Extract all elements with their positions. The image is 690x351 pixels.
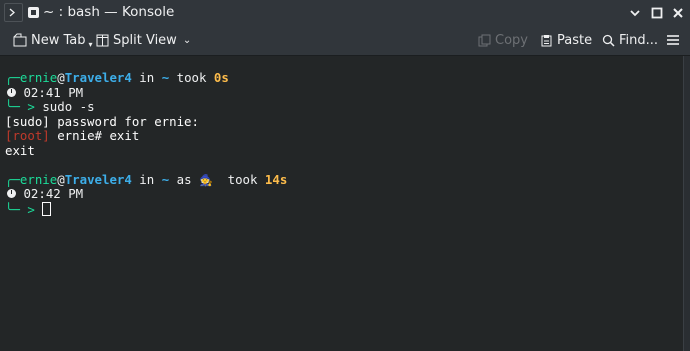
prompt-corner-bottom: ╰─ <box>5 99 28 114</box>
prompt-arrow: > <box>27 99 35 114</box>
minimize-icon <box>629 9 640 16</box>
split-view-label: Split View <box>113 32 177 48</box>
search-icon <box>602 34 615 47</box>
prompt-in: in <box>131 70 162 85</box>
maximize-button[interactable] <box>647 3 666 22</box>
maximize-icon <box>651 7 662 18</box>
find-label: Find... <box>619 32 659 48</box>
minimize-button[interactable] <box>625 3 644 22</box>
prompt-took: took <box>169 70 214 85</box>
toolbar: New Tab ▾ Split View ⌄ Copy Paste Find..… <box>0 25 690 56</box>
hamburger-menu-button[interactable] <box>667 25 683 55</box>
new-tab-icon <box>13 33 27 47</box>
paste-button[interactable]: Paste <box>540 25 592 55</box>
close-icon <box>672 7 683 18</box>
clock-icon <box>7 189 16 198</box>
window-title: ~ : bash — Konsole <box>43 4 175 20</box>
split-view-button[interactable]: Split View ⌄ <box>96 25 191 55</box>
paste-icon <box>541 34 552 46</box>
split-view-icon <box>96 34 109 46</box>
prompt-at: @ <box>57 172 65 187</box>
prompt-duration: 14s <box>264 172 288 187</box>
prompt-line-1: ╭─ernie@Traveler4 in ~ took 0s <box>5 70 229 86</box>
chevron-down-icon: ▾ <box>88 39 93 49</box>
prompt-corner-top: ╭─ <box>5 70 20 85</box>
copy-button[interactable]: Copy <box>478 25 528 55</box>
command-line-2: ╰─ > <box>5 202 52 217</box>
title-bar: ~ : bash — Konsole <box>0 0 690 25</box>
wizard-icon: 🧙 <box>199 174 213 187</box>
command-line-1: ╰─ > sudo -s <box>5 99 95 115</box>
prompt-at: @ <box>57 70 65 85</box>
find-button[interactable]: Find... <box>602 25 658 55</box>
prompt-host: Traveler4 <box>64 70 132 85</box>
exit-output: exit <box>5 143 35 158</box>
prompt-host: Traveler4 <box>64 172 132 187</box>
terminal-view[interactable]: ╭─ernie@Traveler4 in ~ took 0s 02:41 PM … <box>0 56 684 351</box>
copy-icon <box>478 34 491 46</box>
prompt-user: ernie <box>19 70 58 85</box>
close-button[interactable] <box>668 3 687 22</box>
prompt-in: in <box>131 172 162 187</box>
prompt-took: took <box>212 172 265 187</box>
prompt-as: as <box>169 172 199 187</box>
prompt-time: 02:42 PM <box>16 186 84 201</box>
prompt-time-line-2: 02:42 PM <box>5 186 84 202</box>
scrollbar[interactable] <box>683 56 690 351</box>
new-tab-button[interactable]: New Tab ▾ <box>13 25 93 55</box>
clock-icon <box>7 88 16 97</box>
prompt-duration: 0s <box>213 70 229 85</box>
text-cursor <box>42 202 52 216</box>
prompt-user: ernie <box>19 172 58 187</box>
prompt-time: 02:41 PM <box>16 85 84 100</box>
command-text: sudo -s <box>34 99 95 114</box>
hamburger-menu-icon <box>667 35 679 45</box>
paste-label: Paste <box>557 32 593 48</box>
new-tab-label: New Tab <box>31 32 86 48</box>
copy-label: Copy <box>495 32 528 48</box>
root-command-line: [root] ernie# exit <box>5 128 140 144</box>
prompt-corner-top: ╭─ <box>5 172 20 187</box>
root-tag: [root] <box>5 128 50 143</box>
prompt-corner-bottom: ╰─ <box>5 202 28 217</box>
chevron-down-icon: ⌄ <box>182 34 192 46</box>
root-command: ernie# exit <box>49 128 140 143</box>
prompt-arrow: > <box>27 202 35 217</box>
